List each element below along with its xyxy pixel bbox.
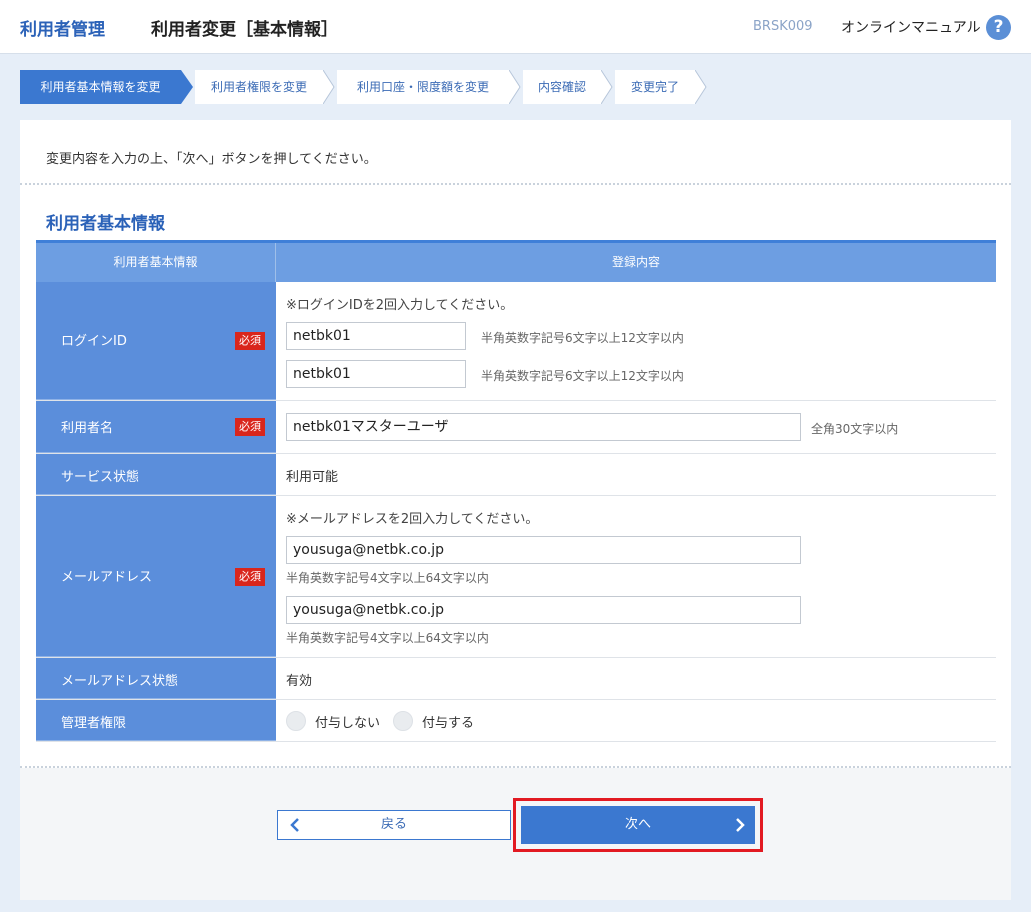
- step-5: 変更完了: [615, 70, 695, 104]
- row-label: ログインID: [61, 334, 127, 349]
- row-label: サービス状態: [61, 470, 140, 485]
- email-note: ※メールアドレスを2回入力してください。: [286, 512, 539, 527]
- radio-grant[interactable]: [393, 711, 413, 731]
- step-label: 内容確認: [537, 80, 586, 94]
- table-header: 利用者基本情報 登録内容: [36, 240, 996, 282]
- username-field[interactable]: netbk01マスターユーザ: [286, 413, 801, 441]
- row-label: メールアドレス: [61, 570, 153, 585]
- step-label: 利用者権限を変更: [210, 80, 307, 94]
- step-arrow-icon: [181, 70, 193, 104]
- table-row-email: メールアドレス 必須 ※メールアドレスを2回入力してください。 yousuga@…: [36, 496, 996, 658]
- step-label: 利用口座・限度額を変更: [356, 80, 489, 94]
- column-header: 利用者基本情報: [36, 243, 276, 282]
- email-field[interactable]: yousuga@netbk.co.jp: [286, 536, 801, 564]
- email-confirm-field[interactable]: yousuga@netbk.co.jp: [286, 596, 801, 624]
- chevron-right-icon: [736, 818, 745, 832]
- username-hint: 全角30文字以内: [811, 422, 899, 436]
- step-3: 利用口座・限度額を変更: [337, 70, 509, 104]
- login-id-hint: 半角英数字記号6文字以上12文字以内: [481, 331, 684, 345]
- required-badge: 必須: [235, 332, 265, 350]
- row-label: メールアドレス状態: [61, 674, 179, 689]
- required-badge: 必須: [235, 568, 265, 586]
- email-hint: 半角英数字記号4文字以上64文字以内: [286, 571, 489, 585]
- login-id-confirm-field[interactable]: netbk01: [286, 360, 466, 388]
- online-manual-link[interactable]: オンラインマニュアル: [841, 17, 981, 37]
- step-arrow-icon: [509, 70, 521, 104]
- table-row-email-status: メールアドレス状態 有効: [36, 658, 996, 700]
- intro-text: 変更内容を入力の上、「次へ」ボタンを押してください。: [46, 152, 377, 167]
- step-label: 変更完了: [630, 80, 679, 94]
- radio-label: 付与しない: [315, 716, 381, 731]
- table-row-login-id: ログインID 必須 ※ログインIDを2回入力してください。 netbk01 半角…: [36, 282, 996, 401]
- step-1: 利用者基本情報を変更: [20, 70, 181, 104]
- row-label: 利用者名: [61, 421, 114, 436]
- row-label: 管理者権限: [61, 716, 127, 731]
- step-label: 利用者基本情報を変更: [40, 80, 161, 94]
- step-4: 内容確認: [523, 70, 601, 104]
- column-header: 登録内容: [276, 243, 996, 282]
- login-id-hint: 半角英数字記号6文字以上12文字以内: [481, 369, 684, 383]
- chevron-left-icon: [290, 818, 299, 832]
- table-row-service-status: サービス状態 利用可能: [36, 454, 996, 496]
- step-arrow-icon: [695, 70, 707, 104]
- radio-label: 付与する: [422, 716, 475, 731]
- required-badge: 必須: [235, 418, 265, 436]
- content-panel: 変更内容を入力の上、「次へ」ボタンを押してください。 利用者基本情報 利用者基本…: [20, 120, 1011, 900]
- help-icon[interactable]: ?: [986, 15, 1011, 40]
- table-row-admin: 管理者権限 付与しない 付与する: [36, 700, 996, 742]
- table-row-username: 利用者名 必須 netbk01マスターユーザ 全角30文字以内: [36, 401, 996, 454]
- email-status-value: 有効: [286, 674, 313, 689]
- service-status-value: 利用可能: [286, 470, 339, 485]
- section-title: 利用者基本情報: [46, 214, 165, 234]
- back-button[interactable]: 戻る: [277, 810, 511, 840]
- email-hint: 半角英数字記号4文字以上64文字以内: [286, 631, 489, 645]
- step-arrow-icon: [323, 70, 335, 104]
- step-arrow-icon: [601, 70, 613, 104]
- page-title: 利用者変更［基本情報］: [151, 20, 338, 40]
- step-2: 利用者権限を変更: [195, 70, 323, 104]
- button-area: 戻る 次へ: [20, 768, 1011, 900]
- page-header: 利用者管理 利用者変更［基本情報］ BRSK009 オンラインマニュアル ?: [0, 0, 1031, 54]
- radio-grant-none[interactable]: [286, 711, 306, 731]
- module-title: 利用者管理: [20, 20, 105, 40]
- screen-code: BRSK009: [753, 19, 813, 34]
- next-button-label: 次へ: [624, 817, 651, 832]
- next-button[interactable]: 次へ: [521, 806, 755, 844]
- back-button-label: 戻る: [380, 817, 407, 832]
- login-id-note: ※ログインIDを2回入力してください。: [286, 298, 514, 313]
- divider: [20, 183, 1011, 185]
- login-id-field[interactable]: netbk01: [286, 322, 466, 350]
